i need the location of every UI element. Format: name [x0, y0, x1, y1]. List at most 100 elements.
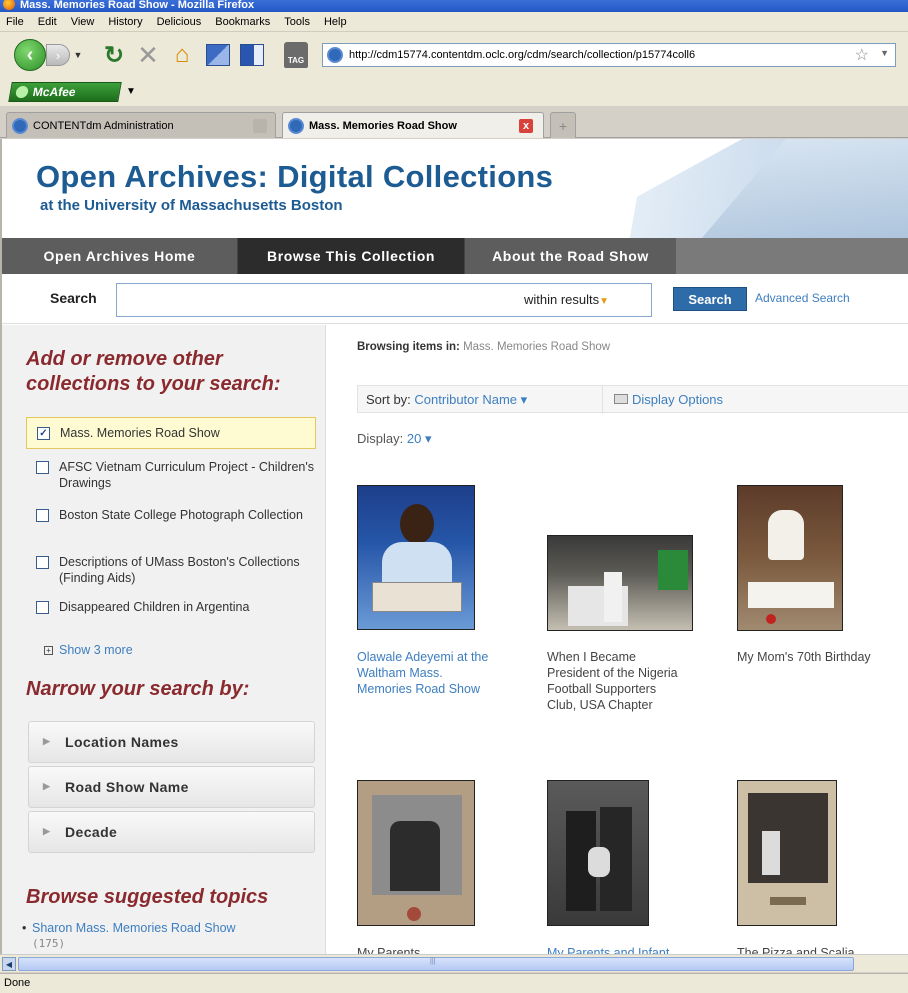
item-title[interactable]: My Mom's 70th Birthday — [737, 649, 877, 665]
site-subtitle: at the University of Massachusetts Bosto… — [40, 197, 343, 214]
collection-label: Disappeared Children in Argentina — [59, 600, 250, 614]
nav-about-the-road-show[interactable]: About the Road Show — [464, 238, 676, 274]
sort-by-value[interactable]: Contributor Name — [414, 392, 517, 407]
tab-contentdm-administration[interactable]: CONTENTdm Administration — [6, 112, 276, 138]
tab-close-icon[interactable]: x — [519, 119, 533, 133]
item-thumbnail[interactable] — [737, 485, 843, 631]
advanced-search-link[interactable]: Advanced Search — [755, 291, 850, 305]
collection-item[interactable]: Boston State College Photograph Collecti… — [26, 507, 316, 523]
stop-button[interactable]: ✕ — [134, 40, 162, 70]
tab-mass-memories-road-show[interactable]: Mass. Memories Road Show x — [282, 112, 544, 138]
tab-close-icon[interactable] — [253, 119, 267, 133]
collection-label: AFSC Vietnam Curriculum Project - Childr… — [59, 460, 315, 490]
suggested-topic-item[interactable]: • Sharon Mass. Memories Road Show (175) — [22, 921, 236, 951]
suggested-topic-label[interactable]: Sharon Mass. Memories Road Show — [32, 921, 236, 935]
expand-triangle-icon: ▶ — [43, 781, 51, 791]
collection-item[interactable]: Disappeared Children in Argentina — [26, 599, 316, 615]
nav-open-archives-home[interactable]: Open Archives Home — [2, 238, 238, 274]
menu-bookmarks[interactable]: Bookmarks — [215, 16, 270, 28]
home-icon: ⌂ — [174, 41, 190, 68]
item-thumbnail[interactable] — [547, 535, 693, 631]
collection-checkbox[interactable] — [36, 556, 49, 569]
bookmark-star-icon[interactable]: ☆ — [855, 45, 869, 65]
toolbar-sidebar-button[interactable] — [240, 44, 264, 66]
collection-item[interactable]: ✓ Mass. Memories Road Show — [26, 417, 316, 449]
scroll-left-arrow-icon[interactable]: ◀ — [2, 957, 16, 971]
home-button[interactable]: ⌂ — [168, 41, 196, 68]
facet-decade[interactable]: ▶ Decade — [28, 811, 315, 853]
search-label: Search — [50, 290, 97, 306]
url-bar[interactable]: http://cdm15774.contentdm.oclc.org/cdm/s… — [322, 43, 896, 67]
tab-label: Mass. Memories Road Show — [309, 119, 457, 132]
firefox-logo-icon — [3, 0, 15, 10]
site-title[interactable]: Open Archives: Digital Collections — [36, 159, 553, 195]
site-identity-icon[interactable] — [327, 47, 343, 63]
display-options-label: Display Options — [632, 392, 724, 407]
url-dropdown-icon[interactable]: ▼ — [880, 48, 889, 58]
breadcrumb-value: Mass. Memories Road Show — [463, 341, 611, 353]
within-results-dropdown[interactable]: within results▼ — [524, 292, 609, 307]
sidebar: Add or remove other collections to your … — [2, 325, 326, 954]
facet-road-show-name[interactable]: ▶ Road Show Name — [28, 766, 315, 808]
history-dropdown-button[interactable]: ▼ — [72, 46, 84, 64]
results-area: Browsing items in: Mass. Memories Road S… — [327, 325, 908, 954]
tag-button[interactable]: TAG — [284, 42, 308, 68]
forward-button[interactable]: › — [46, 44, 70, 66]
tab-bar: CONTENTdm Administration Mass. Memories … — [0, 106, 908, 138]
item-title[interactable]: When I Became President of the Nigeria F… — [547, 649, 687, 713]
scrollbar-grip-icon: ||| — [430, 958, 436, 965]
add-collections-heading: Add or remove other collections to your … — [26, 348, 281, 395]
reload-button[interactable]: ↻ — [100, 41, 128, 69]
mcafee-button[interactable]: McAfee — [8, 82, 122, 102]
item-title-link[interactable]: My Parents and Infant — [547, 945, 687, 954]
collection-item[interactable]: Descriptions of UMass Boston's Collectio… — [26, 554, 316, 586]
breadcrumb-label: Browsing items in: — [357, 341, 460, 353]
menu-edit[interactable]: Edit — [38, 16, 57, 28]
bullet-icon: • — [22, 921, 27, 935]
expand-triangle-icon: ▶ — [43, 826, 51, 836]
reload-icon: ↻ — [103, 41, 125, 69]
mcafee-dropdown-icon[interactable]: ▼ — [126, 86, 136, 97]
menu-delicious[interactable]: Delicious — [157, 16, 202, 28]
facet-label: Decade — [65, 824, 118, 840]
narrow-search-heading: Narrow your search by: — [26, 678, 250, 700]
new-tab-button[interactable]: + — [550, 112, 576, 138]
menu-view[interactable]: View — [71, 16, 95, 28]
display-options-button[interactable]: Display Options — [614, 392, 723, 407]
item-thumbnail[interactable] — [357, 780, 475, 926]
toolbar-extension-button[interactable] — [206, 44, 230, 66]
horizontal-scrollbar[interactable]: ◀ ||| — [0, 954, 908, 972]
facet-location-names[interactable]: ▶ Location Names — [28, 721, 315, 763]
menu-history[interactable]: History — [108, 16, 142, 28]
collection-checkbox[interactable] — [36, 509, 49, 522]
nav-browse-this-collection[interactable]: Browse This Collection — [238, 238, 464, 274]
menu-file[interactable]: File — [6, 16, 24, 28]
display-count-control[interactable]: Display: 20 ▾ — [357, 431, 432, 447]
item-title[interactable]: My Parents — [357, 945, 497, 954]
display-value[interactable]: 20 — [407, 431, 421, 446]
within-results-label: within results — [524, 292, 600, 307]
collection-checkbox[interactable] — [36, 601, 49, 614]
collection-checkbox[interactable] — [36, 461, 49, 474]
chevron-down-icon: ▼ — [599, 296, 610, 307]
facet-label: Location Names — [65, 734, 179, 750]
status-bar: Done — [0, 973, 908, 993]
menu-help[interactable]: Help — [324, 16, 347, 28]
page-content: Open Archives: Digital Collections at th… — [0, 139, 908, 954]
search-button[interactable]: Search — [673, 287, 747, 311]
sort-by-control[interactable]: Sort by: Contributor Name ▾ — [366, 392, 527, 408]
item-thumbnail[interactable] — [547, 780, 649, 926]
back-button[interactable]: ‹ — [14, 39, 46, 71]
item-title-link[interactable]: Olawale Adeyemi at the Waltham Mass. Mem… — [357, 649, 497, 697]
collection-item[interactable]: AFSC Vietnam Curriculum Project - Childr… — [26, 459, 316, 491]
menu-tools[interactable]: Tools — [284, 16, 310, 28]
scrollbar-thumb[interactable] — [18, 957, 854, 971]
item-title[interactable]: The Pizza and Scalia — [737, 945, 877, 954]
item-thumbnail[interactable] — [737, 780, 837, 926]
search-bar: Search within results▼ Search Advanced S… — [2, 274, 908, 324]
mcafee-toolbar: McAfee ▼ — [0, 78, 908, 106]
show-more-link[interactable]: + Show 3 more — [44, 643, 133, 657]
item-thumbnail[interactable] — [357, 485, 475, 630]
collection-checkbox[interactable]: ✓ — [37, 427, 50, 440]
navigation-toolbar: ‹ › ▼ ↻ ✕ ⌂ TAG http://cdm15774.contentd… — [0, 32, 908, 78]
